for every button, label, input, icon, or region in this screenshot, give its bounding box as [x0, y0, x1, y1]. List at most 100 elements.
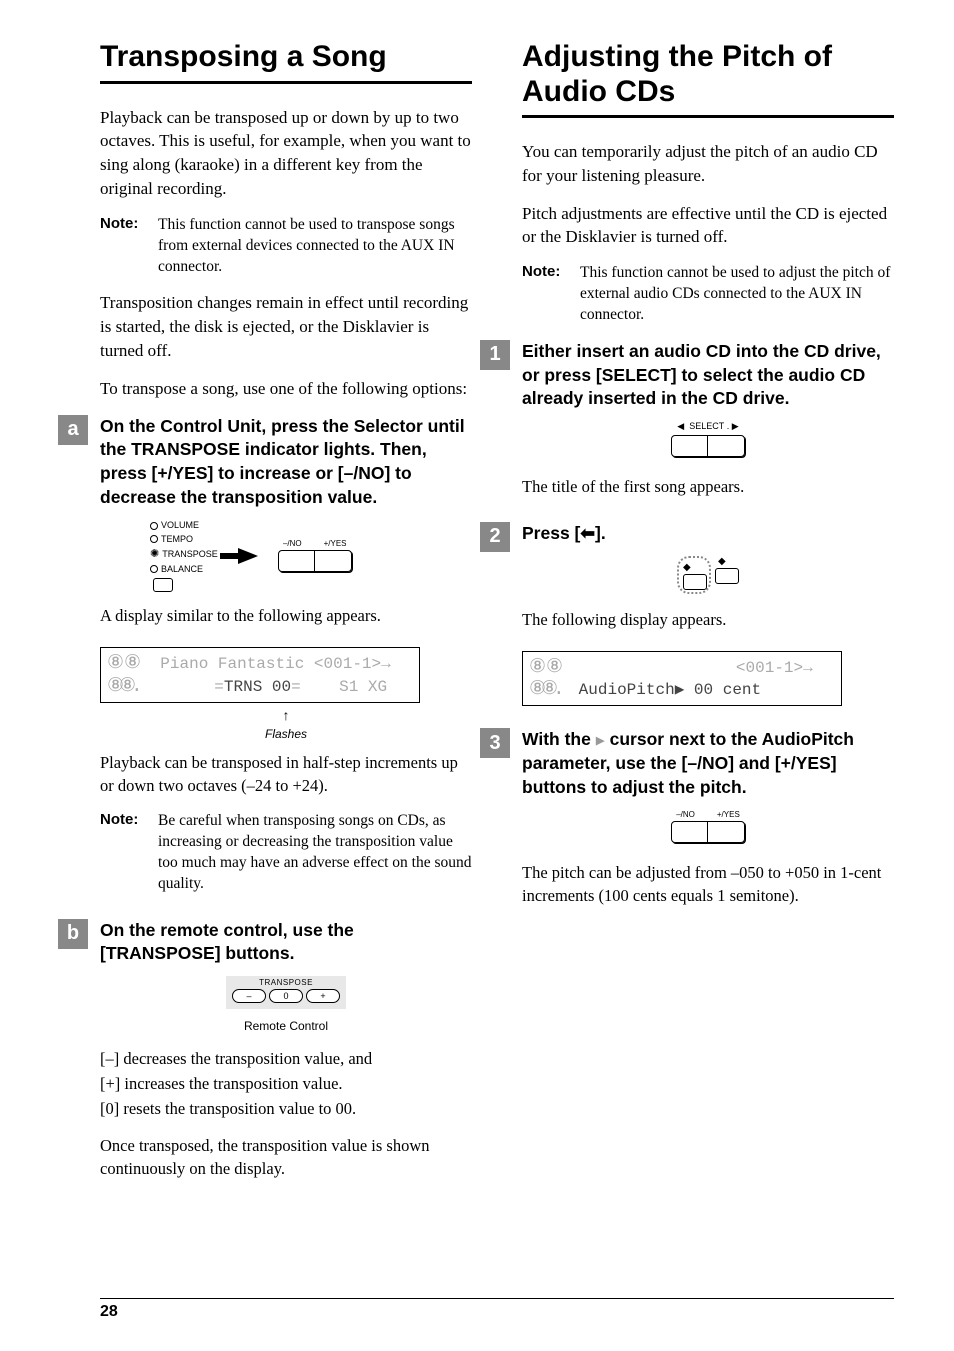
- step-b-line3: [0] resets the transposition value to 00…: [100, 1097, 472, 1120]
- note-label: Note:: [100, 811, 148, 895]
- note-text: This function cannot be used to adjust t…: [580, 263, 894, 326]
- cursor-glyph-icon: ▶: [596, 733, 605, 750]
- step-a-after1: A display similar to the following appea…: [100, 604, 472, 627]
- lcd-a-line2b: TRNS 00: [224, 678, 291, 696]
- step-b-line4: Once transposed, the transposition value…: [100, 1134, 472, 1180]
- right-title: Adjusting the Pitch of Audio CDs: [522, 40, 894, 109]
- step-a: a On the Control Unit, press the Selecto…: [100, 415, 472, 909]
- right-note1: Note: This function cannot be used to ad…: [522, 263, 894, 326]
- lcd-a-line1: Piano Fantastic <001-1>→: [141, 655, 391, 673]
- step-num-1: 1: [480, 340, 510, 370]
- footer-rule: [100, 1298, 894, 1299]
- step-b-line1: [–] decreases the transposition value, a…: [100, 1047, 472, 1070]
- step-num-2: 2: [480, 522, 510, 552]
- step-a-title: On the Control Unit, press the Selector …: [100, 415, 472, 510]
- noyes-buttons[interactable]: [278, 550, 352, 572]
- step-3: 3 With the ▶ cursor next to the AudioPit…: [522, 728, 894, 921]
- step-letter-a: a: [58, 415, 88, 445]
- lcd-display-2: ⑧⑧ <001-1>→ ⑧⑧. AudioPitch▶ 00 cent: [522, 651, 842, 707]
- led-balance-icon: [150, 565, 158, 573]
- dotted-highlight-icon: ◆: [677, 556, 711, 594]
- flashes-label: Flashes: [100, 727, 472, 741]
- select-figure: ◀ SELECT . ▶: [522, 421, 894, 461]
- step-2-after: The following display appears.: [522, 608, 894, 631]
- noyes-figure-3: –/NO +/YES: [522, 810, 894, 847]
- step-2-body: Press [⬅]. ◆ ◆ The following display app…: [522, 522, 894, 712]
- left-para3: To transpose a song, use one of the foll…: [100, 377, 472, 401]
- select-label-text: SELECT: [689, 421, 724, 431]
- led-tempo-icon: [150, 535, 158, 543]
- selector-figure: VOLUME TEMPO ✺TRANSPOSE BALANCE –/NO +/Y…: [150, 519, 472, 592]
- step-b-title: On the remote control, use the [TRANSPOS…: [100, 919, 472, 966]
- step-2: 2 Press [⬅]. ◆ ◆ The following display a…: [522, 522, 894, 712]
- step-3-title-p1: With the: [522, 729, 596, 749]
- remote-caption: Remote Control: [100, 1019, 472, 1033]
- left-intro: Playback can be transposed up or down by…: [100, 106, 472, 201]
- remote-plus-button[interactable]: +: [306, 989, 340, 1003]
- label-tempo: TEMPO: [161, 533, 193, 547]
- left-title: Transposing a Song: [100, 40, 472, 75]
- step-3-after: The pitch can be adjusted from –050 to +…: [522, 861, 894, 907]
- yes-label-3: +/YES: [717, 810, 740, 819]
- arrow-right-icon: ◆: [718, 556, 726, 567]
- step-1: 1 Either insert an audio CD into the CD …: [522, 340, 894, 512]
- up-arrow-icon: ↑: [100, 709, 472, 725]
- step-a-after2: Playback can be transposed in half-step …: [100, 751, 472, 797]
- step-a-note2: Note: Be careful when transposing songs …: [100, 811, 472, 895]
- no-label: –/NO: [283, 539, 302, 548]
- no-label-3: –/NO: [676, 810, 695, 819]
- step-3-title: With the ▶ cursor next to the AudioPitch…: [522, 728, 894, 800]
- title-rule-right: [522, 115, 894, 118]
- step-b-line2: [+] increases the transposition value.: [100, 1072, 472, 1095]
- cursor-right-button[interactable]: [715, 568, 739, 584]
- triangle-right-icon: ▶: [732, 421, 739, 431]
- label-volume: VOLUME: [161, 519, 199, 533]
- page-number: 28: [100, 1303, 894, 1321]
- noyes-block-a: –/NO +/YES: [278, 539, 352, 572]
- label-transpose: TRANSPOSE: [162, 548, 218, 562]
- lcd2-line2: AudioPitch▶ 00 cent: [559, 681, 799, 699]
- note-label: Note:: [522, 263, 570, 326]
- left-column: Transposing a Song Playback can be trans…: [100, 40, 472, 1204]
- triangle-left-icon: ◀: [677, 421, 684, 431]
- right-column: Adjusting the Pitch of Audio CDs You can…: [522, 40, 894, 1204]
- step-1-after: The title of the first song appears.: [522, 475, 894, 498]
- remote-label: TRANSPOSE: [232, 978, 340, 987]
- led-transpose-icon: ✺: [150, 546, 159, 563]
- label-balance: BALANCE: [161, 563, 203, 577]
- step-3-body: With the ▶ cursor next to the AudioPitch…: [522, 728, 894, 921]
- lcd2-line1: <001-1>→: [563, 659, 813, 677]
- page-footer: 28: [100, 1298, 894, 1321]
- arrow-right-icon: [238, 548, 258, 564]
- step-letter-b: b: [58, 919, 88, 949]
- step-a-body: On the Control Unit, press the Selector …: [100, 415, 472, 909]
- cursor-figure: ◆ ◆: [522, 556, 894, 594]
- lcd-a-line2a: =: [137, 678, 223, 696]
- select-buttons[interactable]: [671, 435, 745, 457]
- yes-label: +/YES: [324, 539, 347, 548]
- step-b-body: On the remote control, use the [TRANSPOS…: [100, 919, 472, 1195]
- lcd-display-a: ⑧⑧ Piano Fantastic <001-1>→ ⑧⑧. =TRNS 00…: [100, 647, 420, 703]
- step-1-body: Either insert an audio CD into the CD dr…: [522, 340, 894, 512]
- remote-zero-button[interactable]: 0: [269, 989, 303, 1003]
- left-para2: Transposition changes remain in effect u…: [100, 291, 472, 362]
- arrow-left-icon: ◆: [683, 562, 691, 573]
- page-columns: Transposing a Song Playback can be trans…: [100, 40, 894, 1204]
- remote-figure: TRANSPOSE – 0 + Remote Control: [100, 976, 472, 1033]
- lcd-a-line2c: = S1 XG: [291, 678, 397, 696]
- noyes-buttons-3[interactable]: [671, 821, 745, 843]
- step-b: b On the remote control, use the [TRANSP…: [100, 919, 472, 1195]
- right-para2: Pitch adjustments are effective until th…: [522, 202, 894, 250]
- step-num-3: 3: [480, 728, 510, 758]
- note-label: Note:: [100, 215, 148, 278]
- remote-minus-button[interactable]: –: [232, 989, 266, 1003]
- note-text: Be careful when transposing songs on CDs…: [158, 811, 472, 895]
- remote-box: TRANSPOSE – 0 +: [226, 976, 346, 1009]
- led-volume-icon: [150, 522, 158, 530]
- title-rule-left: [100, 81, 472, 84]
- selector-button[interactable]: [153, 578, 173, 592]
- step-1-title: Either insert an audio CD into the CD dr…: [522, 340, 894, 411]
- note-text: This function cannot be used to transpos…: [158, 215, 472, 278]
- right-intro: You can temporarily adjust the pitch of …: [522, 140, 894, 188]
- cursor-left-button[interactable]: [683, 574, 707, 590]
